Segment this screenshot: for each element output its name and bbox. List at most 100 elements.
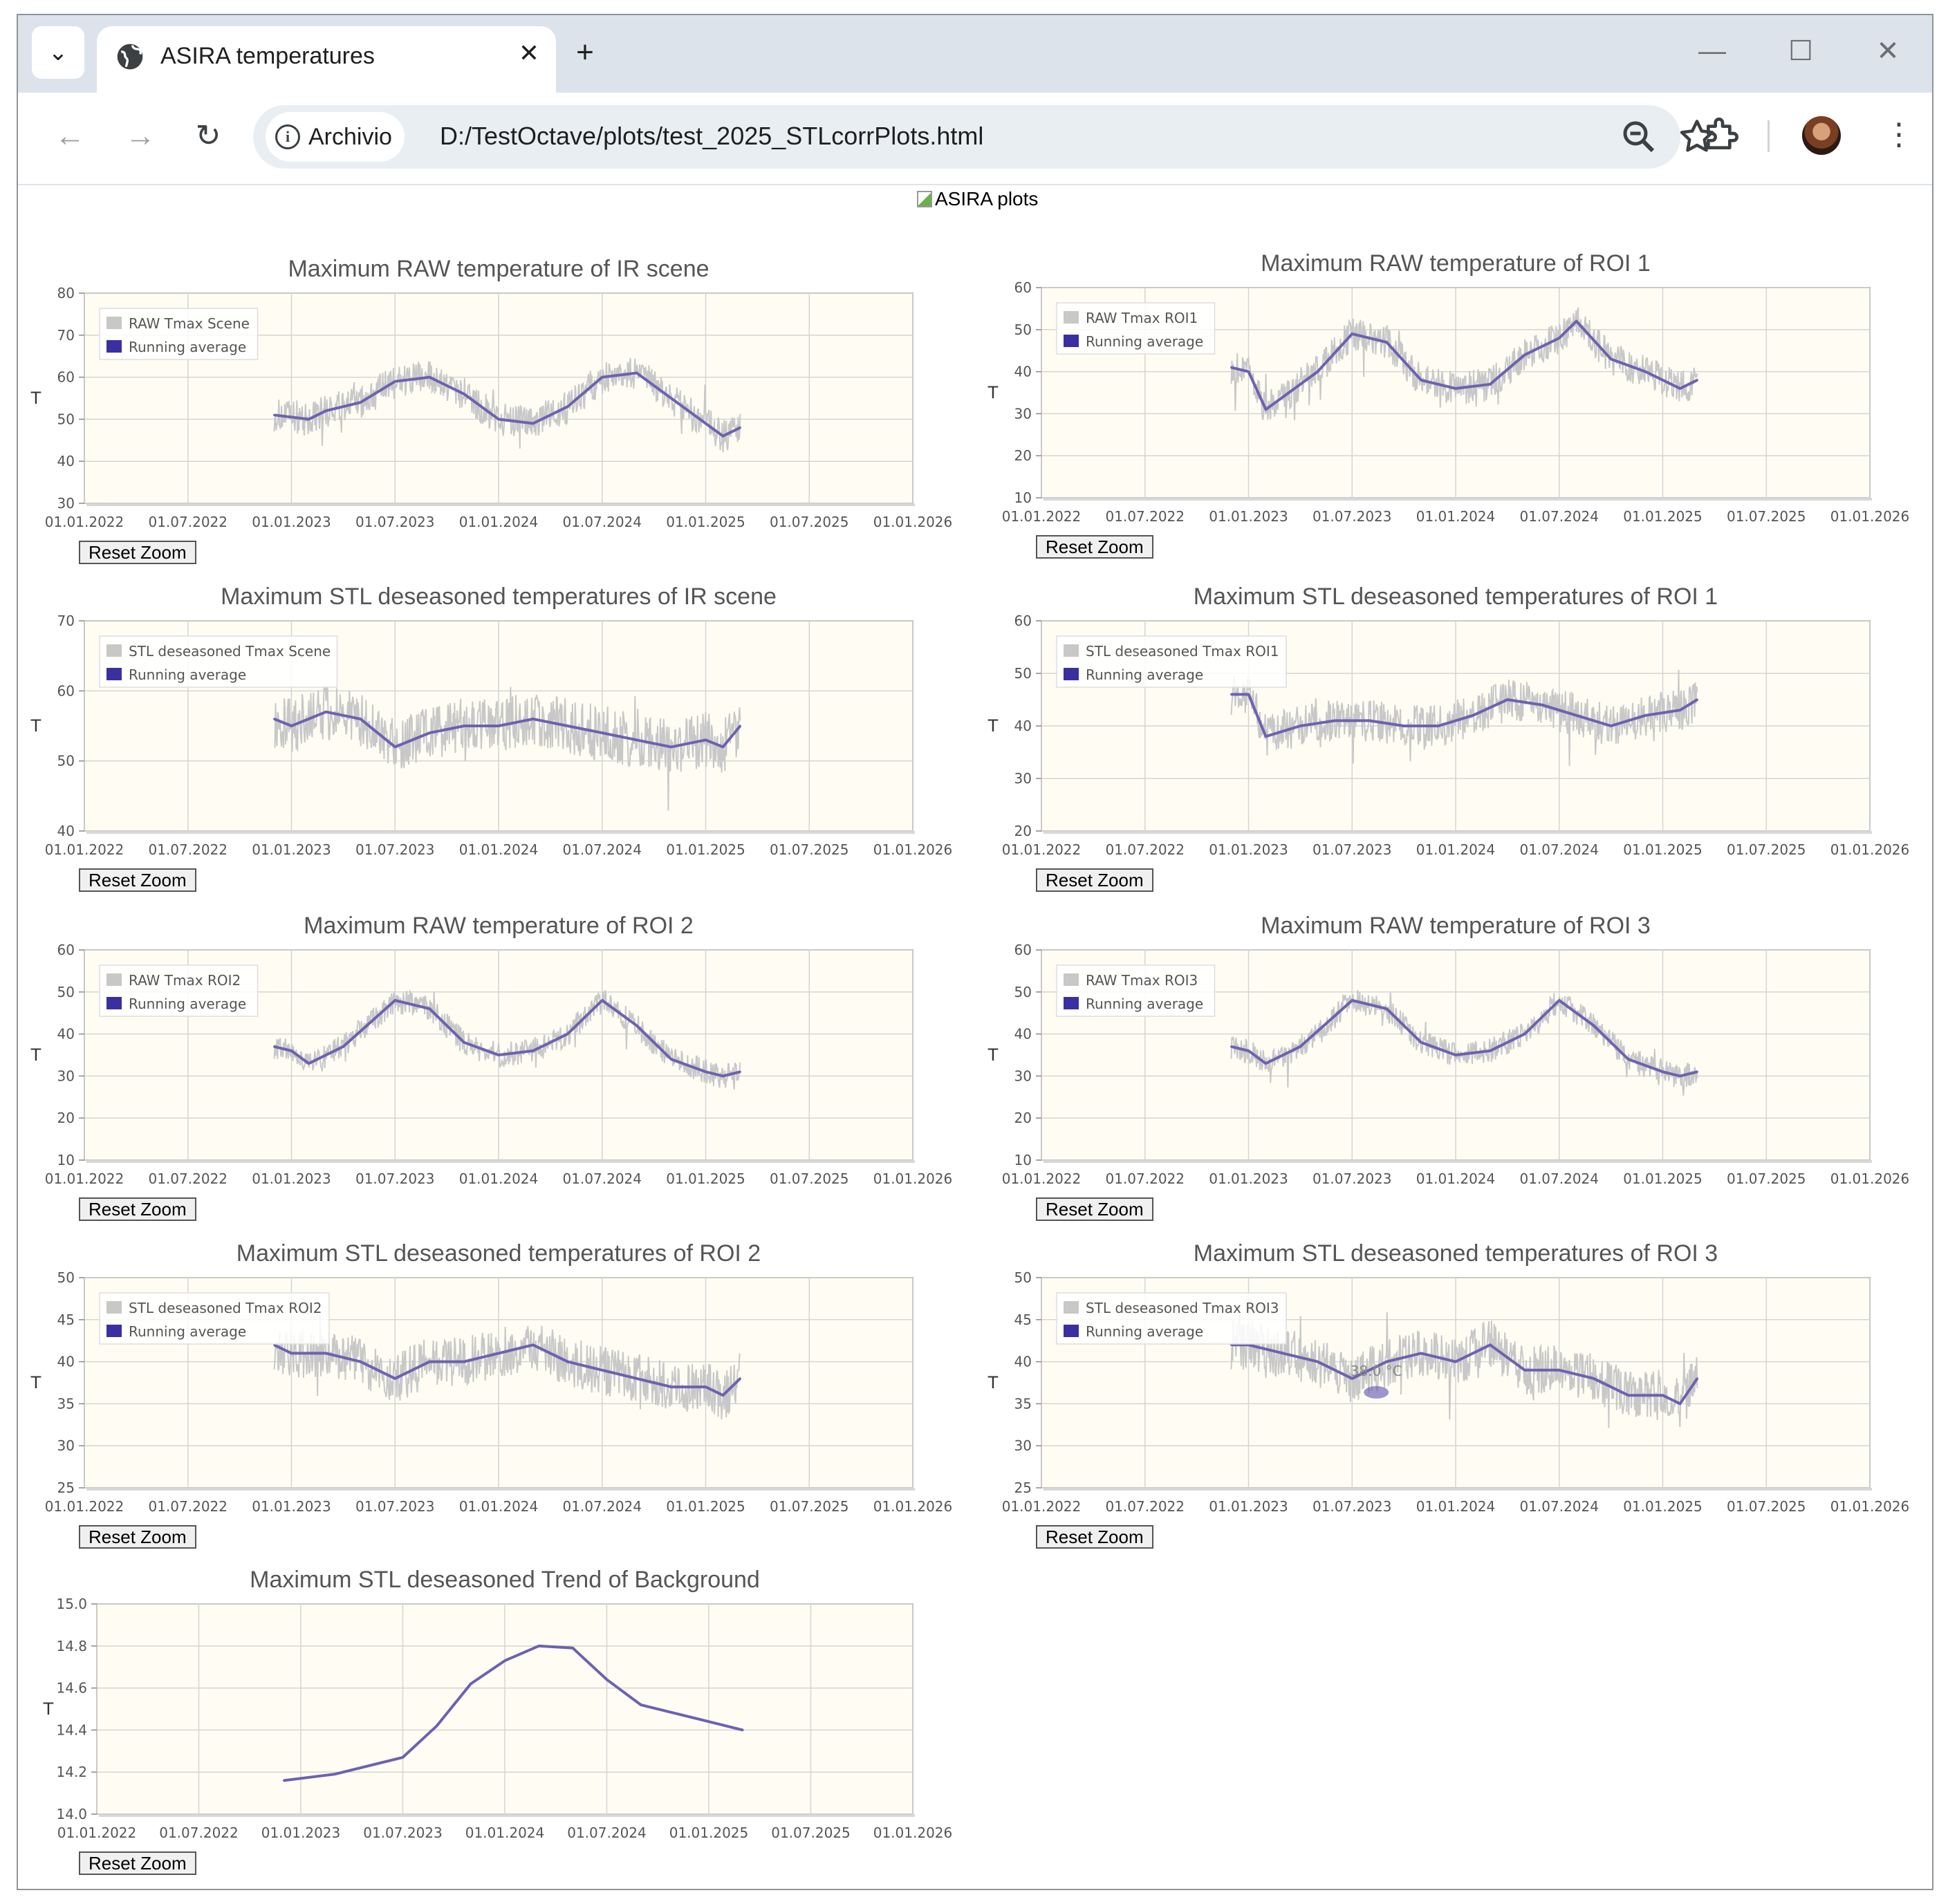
x-tick-label: 01.01.2023: [252, 1498, 331, 1515]
tooltip-label: 38.0 °C: [1351, 1363, 1402, 1379]
average-point: [566, 725, 569, 727]
chart-4: Maximum STL deseasoned temperatures of R…: [987, 584, 1910, 858]
average-point: [1316, 1361, 1319, 1363]
reset-zoom-button[interactable]: Reset Zoom: [79, 1197, 196, 1221]
y-tick-label: 30: [1014, 405, 1032, 422]
average-point: [273, 1045, 276, 1048]
address-bar[interactable]: i Archivio D:/TestOctave/plots/test_2025…: [253, 105, 1714, 169]
back-arrow-icon[interactable]: ←: [46, 112, 94, 160]
x-tick-label: 01.07.2025: [1727, 841, 1806, 858]
y-tick-label: 14.8: [56, 1638, 87, 1654]
average-point: [307, 1062, 310, 1065]
average-point: [1696, 379, 1698, 382]
average-point: [1575, 320, 1578, 323]
browser-window: ⌄ ASIRA temperatures ✕ + — ☐ ✕ ← → ↻ i A…: [17, 14, 1933, 1890]
reset-zoom-button[interactable]: Reset Zoom: [1036, 1525, 1153, 1549]
average-point: [463, 725, 465, 727]
average-point: [1644, 714, 1647, 717]
x-tick-label: 01.01.2025: [666, 1170, 745, 1187]
y-tick-label: 20: [57, 1110, 75, 1126]
x-tick-label: 01.01.2024: [465, 1824, 545, 1841]
average-point: [463, 1361, 465, 1363]
average-point: [497, 1352, 500, 1354]
globe-icon: [117, 44, 143, 70]
x-tick-label: 01.01.2025: [666, 841, 745, 858]
y-axis-label: T: [30, 1045, 41, 1065]
minimize-button[interactable]: —: [1685, 30, 1740, 72]
average-point: [1558, 999, 1561, 1002]
average-point: [739, 1377, 741, 1380]
x-tick-label: 01.01.2026: [873, 1498, 953, 1515]
url-text[interactable]: D:/TestOctave/plots/test_2025_STLcorrPlo…: [440, 122, 983, 151]
reset-zoom-button[interactable]: Reset Zoom: [79, 1525, 196, 1549]
average-point: [606, 1678, 608, 1681]
average-point: [1610, 725, 1613, 727]
toolbar-divider: [1768, 120, 1770, 152]
x-tick-label: 01.07.2025: [1727, 508, 1806, 525]
reset-zoom-button[interactable]: Reset Zoom: [79, 1851, 196, 1875]
profile-avatar[interactable]: [1802, 116, 1841, 155]
average-point: [636, 372, 638, 375]
x-tick-label: 01.07.2022: [159, 1824, 239, 1841]
average-point: [393, 999, 396, 1002]
legend-raw-label: STL deseasoned Tmax ROI2: [129, 1300, 322, 1316]
x-tick-label: 01.01.2026: [1830, 1170, 1910, 1187]
y-tick-label: 25: [57, 1480, 75, 1496]
forward-arrow-icon[interactable]: →: [116, 112, 165, 160]
average-point: [1230, 366, 1233, 369]
reset-zoom-button[interactable]: Reset Zoom: [1036, 535, 1153, 559]
x-tick-label: 01.07.2022: [148, 841, 228, 858]
average-point: [497, 1054, 500, 1056]
legend-average-swatch: [106, 340, 122, 353]
tab-search-chevron-icon[interactable]: ⌄: [32, 26, 84, 79]
average-point: [537, 1645, 540, 1648]
more-menu-icon[interactable]: ⋮: [1884, 112, 1914, 160]
reset-zoom-button[interactable]: Reset Zoom: [1036, 1197, 1153, 1221]
reset-zoom-button[interactable]: Reset Zoom: [79, 868, 196, 892]
y-tick-label: 10: [1014, 489, 1032, 506]
average-point: [636, 1024, 638, 1027]
close-tab-icon[interactable]: ✕: [512, 36, 546, 71]
y-tick-label: 14.6: [56, 1680, 87, 1697]
average-point: [1696, 698, 1698, 701]
browser-tab[interactable]: ASIRA temperatures ✕: [97, 26, 556, 93]
average-point: [1230, 693, 1233, 696]
close-window-button[interactable]: ✕: [1860, 30, 1915, 72]
x-tick-label: 01.01.2022: [1002, 841, 1082, 858]
average-point: [1678, 1402, 1681, 1405]
y-tick-label: 40: [57, 453, 75, 469]
x-tick-label: 01.07.2023: [355, 1170, 435, 1187]
reset-zoom-button[interactable]: Reset Zoom: [79, 541, 196, 564]
maximize-button[interactable]: ☐: [1773, 30, 1828, 72]
y-axis-label: T: [30, 1373, 41, 1392]
average-point: [1454, 1361, 1457, 1363]
site-info-chip[interactable]: i Archivio: [266, 112, 405, 162]
reload-icon[interactable]: ↻: [184, 112, 232, 160]
y-tick-label: 30: [1014, 770, 1032, 787]
x-tick-label: 01.01.2026: [1830, 1498, 1910, 1515]
x-tick-label: 01.07.2023: [363, 1824, 443, 1841]
x-tick-label: 01.07.2022: [148, 1170, 228, 1187]
x-tick-label: 01.01.2023: [252, 841, 331, 858]
x-tick-label: 01.01.2022: [1002, 508, 1082, 525]
extensions-puzzle-icon[interactable]: [1701, 112, 1744, 155]
average-point: [1523, 353, 1526, 356]
x-tick-label: 01.01.2024: [459, 841, 539, 858]
average-point: [1230, 1045, 1233, 1048]
new-tab-button[interactable]: +: [564, 32, 606, 73]
legend-average-swatch: [106, 1325, 122, 1337]
reset-zoom-button[interactable]: Reset Zoom: [1036, 868, 1153, 892]
average-point: [707, 1720, 710, 1723]
legend-average-swatch: [1064, 1325, 1079, 1337]
average-point: [1558, 1369, 1561, 1372]
y-tick-label: 50: [1014, 984, 1032, 1000]
zoom-out-icon[interactable]: [1618, 116, 1660, 158]
average-point: [1610, 357, 1613, 360]
legend-raw-swatch: [106, 973, 122, 986]
legend-average-label: Running average: [1086, 1323, 1203, 1340]
legend-average-swatch: [106, 668, 122, 680]
legend-raw-swatch: [1064, 311, 1079, 324]
x-tick-label: 01.01.2022: [57, 1824, 137, 1841]
chart-title: Maximum STL deseasoned temperatures of R…: [236, 1240, 761, 1267]
x-tick-label: 01.07.2024: [1519, 841, 1599, 858]
